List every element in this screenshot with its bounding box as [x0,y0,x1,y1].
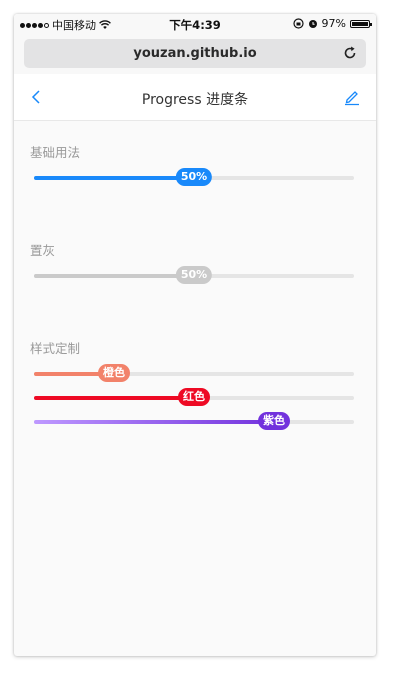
battery-icon [350,19,372,28]
progress-track-orange: 橙色 [34,364,354,382]
section-title-inactive: 置灰 [30,243,56,258]
progress-pivot: 橙色 [98,364,130,382]
progress-track-purple: 紫色 [34,412,354,430]
progress-fill [34,176,194,180]
section-title-basic: 基础用法 [30,145,81,160]
address-bar[interactable]: youzan.github.io [24,39,366,68]
progress-track-red: 红色 [34,388,354,406]
progress-fill [34,396,194,400]
alarm-icon [308,20,317,28]
status-right: 97% [292,17,372,30]
page-title: Progress 进度条 [141,92,249,108]
progress-track: 50% [34,168,354,186]
progress-pivot: 50% [175,266,213,284]
phone-frame: 中国移动 下午4:39 97% youzan.github.io Progres… [14,14,376,656]
progress-pivot: 紫色 [258,412,290,430]
progress-pivot: 红色 [178,388,210,406]
progress-fill [34,274,194,278]
reload-icon[interactable] [342,45,358,61]
status-bar: 中国移动 下午4:39 97% [14,14,376,36]
section-title-custom: 样式定制 [30,341,81,356]
progress-track-inactive: 50% [34,266,354,284]
url-text: youzan.github.io [133,46,257,61]
edit-icon[interactable] [344,88,360,106]
nav-bar: Progress 进度条 [14,74,376,121]
progress-pivot: 50% [175,168,213,186]
browser-toolbar: youzan.github.io [14,36,376,74]
progress-fill [34,420,274,424]
rotation-lock-icon [292,18,304,29]
battery-text: 97% [321,17,346,30]
